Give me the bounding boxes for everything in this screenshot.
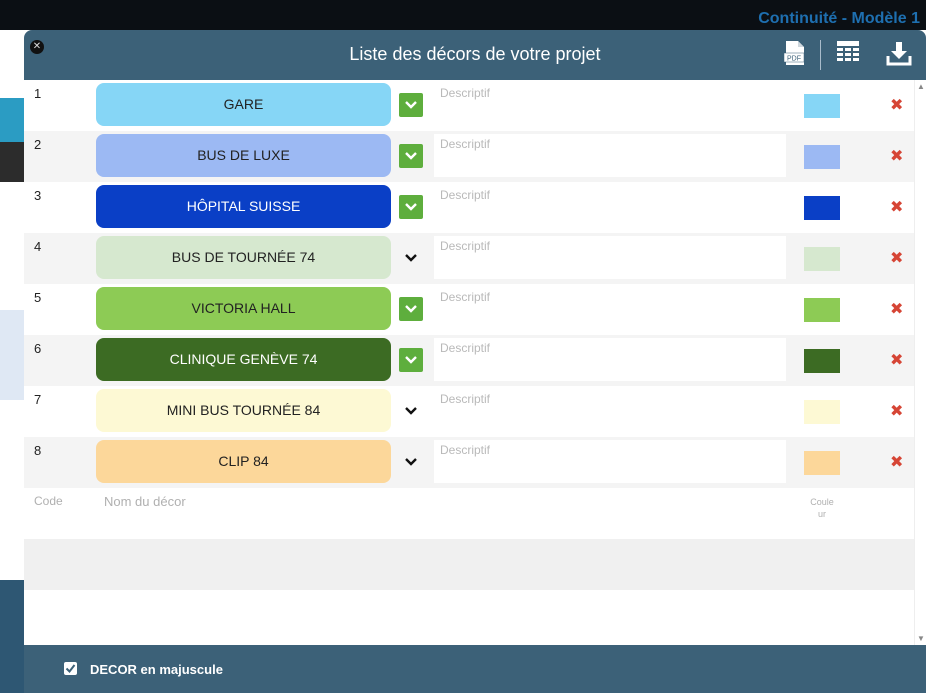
chevron-down-icon[interactable] bbox=[399, 246, 423, 270]
delete-icon[interactable]: ✖ bbox=[890, 248, 903, 268]
decor-code: 6 bbox=[34, 341, 42, 356]
color-swatch[interactable] bbox=[804, 94, 840, 118]
decor-table: 1 GARE Descriptif ✖ 2 BUS DE LUXE Descri… bbox=[24, 80, 914, 641]
description-placeholder: Descriptif bbox=[440, 392, 491, 406]
table-row: 4 BUS DE TOURNÉE 74 Descriptif ✖ bbox=[24, 233, 914, 284]
delete-icon[interactable]: ✖ bbox=[890, 95, 903, 115]
decor-name-badge[interactable]: VICTORIA HALL bbox=[96, 287, 391, 330]
table-row: 1 GARE Descriptif ✖ bbox=[24, 80, 914, 131]
chevron-down-icon[interactable] bbox=[399, 93, 423, 117]
new-code-input[interactable]: Code bbox=[34, 494, 63, 508]
decor-name-badge[interactable]: MINI BUS TOURNÉE 84 bbox=[96, 389, 391, 432]
pdf-export-icon[interactable]: PDF bbox=[784, 40, 806, 66]
decor-list-modal: ✕ Liste des décors de votre projet PDF 1… bbox=[24, 30, 926, 693]
new-color-label: ur bbox=[817, 509, 826, 519]
decor-name-badge[interactable]: BUS DE TOURNÉE 74 bbox=[96, 236, 391, 279]
decor-code: 1 bbox=[34, 86, 42, 101]
delete-icon[interactable]: ✖ bbox=[890, 197, 903, 217]
background-title: Continuité - Modèle 1 bbox=[758, 10, 920, 27]
color-swatch[interactable] bbox=[804, 298, 840, 322]
decor-code: 5 bbox=[34, 290, 42, 305]
description-placeholder: Descriptif bbox=[440, 86, 491, 100]
new-color-picker[interactable]: Coule ur bbox=[802, 496, 842, 520]
download-icon[interactable] bbox=[886, 40, 912, 66]
delete-icon[interactable]: ✖ bbox=[890, 350, 903, 370]
new-decor-row: Code Nom du décor Coule ur bbox=[24, 488, 914, 539]
delete-icon[interactable]: ✖ bbox=[890, 401, 903, 421]
chevron-down-icon[interactable] bbox=[399, 297, 423, 321]
decor-code: 4 bbox=[34, 239, 42, 254]
decor-code: 2 bbox=[34, 137, 42, 152]
checkbox-icon bbox=[65, 664, 76, 674]
description-placeholder: Descriptif bbox=[440, 290, 491, 304]
decor-name-badge[interactable]: BUS DE LUXE bbox=[96, 134, 391, 177]
description-placeholder: Descriptif bbox=[440, 188, 491, 202]
delete-icon[interactable]: ✖ bbox=[890, 452, 903, 472]
table-row: 5 VICTORIA HALL Descriptif ✖ bbox=[24, 284, 914, 335]
table-icon[interactable] bbox=[836, 40, 860, 64]
scroll-up-icon[interactable]: ▲ bbox=[917, 82, 925, 91]
chevron-down-icon[interactable] bbox=[399, 348, 423, 372]
background-top-bar: Continuité - Modèle 1 bbox=[0, 0, 926, 30]
empty-row bbox=[24, 539, 914, 590]
table-row: 2 BUS DE LUXE Descriptif ✖ bbox=[24, 131, 914, 182]
table-row: 8 CLIP 84 Descriptif ✖ bbox=[24, 437, 914, 488]
background-panel-strip bbox=[0, 310, 24, 400]
color-swatch[interactable] bbox=[804, 400, 840, 424]
description-placeholder: Descriptif bbox=[440, 239, 491, 253]
svg-text:PDF: PDF bbox=[787, 56, 801, 63]
table-row: 7 MINI BUS TOURNÉE 84 Descriptif ✖ bbox=[24, 386, 914, 437]
new-color-label: Coule bbox=[810, 497, 834, 507]
chevron-down-icon[interactable] bbox=[399, 399, 423, 423]
uppercase-label: DECOR en majuscule bbox=[90, 662, 223, 677]
scroll-down-icon[interactable]: ▼ bbox=[917, 634, 925, 643]
decor-name-badge[interactable]: CLIP 84 bbox=[96, 440, 391, 483]
background-panel-strip bbox=[0, 142, 24, 182]
new-name-input[interactable]: Nom du décor bbox=[104, 494, 186, 509]
background-panel-strip bbox=[0, 98, 24, 142]
table-row: 3 HÔPITAL SUISSE Descriptif ✖ bbox=[24, 182, 914, 233]
table-row: 6 CLINIQUE GENÈVE 74 Descriptif ✖ bbox=[24, 335, 914, 386]
decor-code: 7 bbox=[34, 392, 42, 407]
color-swatch[interactable] bbox=[804, 145, 840, 169]
decor-name-badge[interactable]: GARE bbox=[96, 83, 391, 126]
chevron-down-icon[interactable] bbox=[399, 450, 423, 474]
decor-code: 3 bbox=[34, 188, 42, 203]
scrollbar[interactable]: ▲ ▼ bbox=[914, 80, 926, 645]
decor-name-badge[interactable]: CLINIQUE GENÈVE 74 bbox=[96, 338, 391, 381]
color-swatch[interactable] bbox=[804, 196, 840, 220]
color-swatch[interactable] bbox=[804, 451, 840, 475]
delete-icon[interactable]: ✖ bbox=[890, 299, 903, 319]
color-swatch[interactable] bbox=[804, 247, 840, 271]
description-placeholder: Descriptif bbox=[440, 443, 491, 457]
chevron-down-icon[interactable] bbox=[399, 144, 423, 168]
decor-code: 8 bbox=[34, 443, 42, 458]
header-separator bbox=[820, 40, 821, 70]
modal-header: ✕ Liste des décors de votre projet PDF bbox=[24, 30, 926, 80]
description-placeholder: Descriptif bbox=[440, 341, 491, 355]
uppercase-checkbox[interactable] bbox=[64, 662, 77, 675]
description-placeholder: Descriptif bbox=[440, 137, 491, 151]
empty-row bbox=[24, 590, 914, 641]
background-panel-strip bbox=[0, 580, 24, 693]
decor-name-badge[interactable]: HÔPITAL SUISSE bbox=[96, 185, 391, 228]
chevron-down-icon[interactable] bbox=[399, 195, 423, 219]
modal-footer: DECOR en majuscule bbox=[24, 645, 926, 693]
color-swatch[interactable] bbox=[804, 349, 840, 373]
delete-icon[interactable]: ✖ bbox=[890, 146, 903, 166]
